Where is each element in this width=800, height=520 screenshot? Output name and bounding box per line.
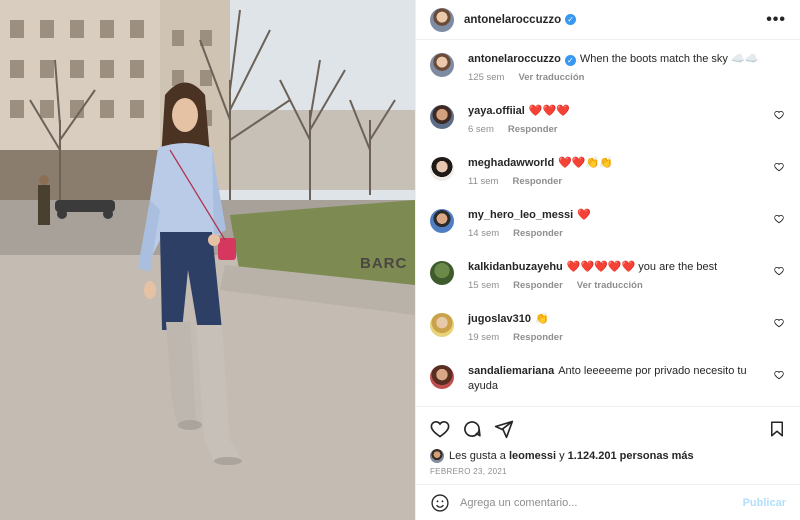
comment-text: ❤️❤️❤️❤️❤️ you are the best	[566, 261, 718, 273]
like-comment-heart-icon[interactable]	[774, 370, 784, 380]
commenter-avatar[interactable]	[430, 313, 454, 337]
caption-time: 125 sem	[468, 72, 505, 83]
caption-emoji: ☁️☁️	[730, 53, 759, 65]
post-photo-illustration: BARC	[0, 0, 415, 520]
comment-item: sandaliemariana Anto leeeeeme por privado…	[430, 364, 786, 394]
reply-button[interactable]: Responder	[508, 124, 558, 135]
comment-time: 19 sem	[468, 332, 500, 343]
comment-time: 15 sem	[468, 280, 500, 291]
like-comment-heart-icon[interactable]	[774, 214, 784, 224]
comment-text: ❤️❤️❤️	[528, 105, 570, 117]
commenter-avatar[interactable]	[430, 157, 454, 181]
verified-badge-icon: ✓	[564, 55, 576, 66]
likes-prefix: Les gusta a	[449, 450, 506, 462]
caption-avatar[interactable]	[430, 53, 454, 77]
author-avatar[interactable]	[430, 7, 454, 32]
like-heart-icon[interactable]	[430, 419, 450, 439]
likes-summary: Les gusta a leomessi y 1.124.201 persona…	[430, 449, 786, 463]
caption-text: When the boots match the sky	[579, 53, 728, 65]
post-photo[interactable]: BARC	[0, 0, 415, 520]
reply-button[interactable]: Responder	[513, 228, 563, 239]
comment-username[interactable]: jugoslav310	[468, 313, 531, 325]
publish-button[interactable]: Publicar	[743, 497, 786, 509]
like-comment-heart-icon[interactable]	[774, 318, 784, 328]
reply-button[interactable]: Responder	[513, 332, 563, 343]
comment-time: 11 sem	[468, 176, 499, 187]
commenter-avatar[interactable]	[430, 105, 454, 129]
caption-username[interactable]: antonelaroccuzzo	[468, 53, 561, 65]
more-options-icon[interactable]: •••	[766, 11, 786, 29]
like-comment-heart-icon[interactable]	[774, 110, 784, 120]
comment-time: 6 sem	[468, 124, 494, 135]
add-comment-bar: Publicar	[416, 484, 800, 520]
verified-badge-icon: ✓	[565, 14, 577, 25]
post-viewer: BARC antonelaroccuzzo ✓ ••• antonelarocc…	[0, 0, 800, 520]
like-comment-heart-icon[interactable]	[774, 162, 784, 172]
comment-item: yaya.offiial ❤️❤️❤️ 6 sem Responder	[430, 104, 786, 135]
comment-text: ❤️	[577, 209, 591, 221]
post-side-panel: antonelaroccuzzo ✓ ••• antonelaroccuzzo ✓…	[415, 0, 800, 520]
comment-username[interactable]: meghadawworld	[468, 157, 554, 169]
post-date: FEBRERO 23, 2021	[430, 467, 507, 476]
comment-username[interactable]: yaya.offiial	[468, 105, 525, 117]
comment-item: my_hero_leo_messi ❤️ 14 sem Responder	[430, 208, 786, 239]
commenter-avatar[interactable]	[430, 365, 454, 389]
comment-username[interactable]: my_hero_leo_messi	[468, 209, 573, 221]
caption-item: antonelaroccuzzo ✓ When the boots match th…	[430, 52, 786, 83]
photo-sign-text: BARC	[360, 255, 407, 272]
comment-input[interactable]	[460, 496, 743, 509]
author-username[interactable]: antonelaroccuzzo	[464, 14, 561, 26]
comment-item: meghadawworld ❤️❤️👏👏 11 sem Responder	[430, 156, 786, 187]
share-send-icon[interactable]	[494, 419, 514, 439]
caption-translate-link[interactable]: Ver traducción	[518, 72, 584, 83]
translate-link[interactable]: Ver traducción	[577, 280, 643, 291]
reply-button[interactable]: Responder	[513, 280, 563, 291]
comment-text: ❤️❤️👏👏	[558, 157, 613, 169]
comment-item: kalkidanbuzayehu ❤️❤️❤️❤️❤️ you are the b…	[430, 260, 786, 291]
likes-and: y	[559, 450, 565, 462]
commenter-avatar[interactable]	[430, 209, 454, 233]
like-comment-heart-icon[interactable]	[774, 266, 784, 276]
comment-bubble-icon[interactable]	[462, 419, 482, 439]
liker-username[interactable]: leomessi	[509, 450, 556, 462]
comment-username[interactable]: sandaliemariana	[468, 365, 554, 377]
comments-list: antonelaroccuzzo ✓ When the boots match th…	[416, 40, 800, 406]
comment-item: jugoslav310 👏 19 sem Responder	[430, 312, 786, 343]
liker-avatar[interactable]	[430, 449, 444, 463]
commenter-avatar[interactable]	[430, 261, 454, 285]
comment-text: 👏	[534, 313, 549, 325]
reply-button[interactable]: Responder	[512, 176, 562, 187]
comment-username[interactable]: kalkidanbuzayehu	[468, 261, 563, 273]
save-bookmark-icon[interactable]	[768, 419, 786, 439]
post-header: antonelaroccuzzo ✓ •••	[416, 0, 800, 40]
comment-time: 14 sem	[468, 228, 500, 239]
likes-count[interactable]: 1.124.201 personas más	[568, 450, 694, 462]
emoji-smiley-icon[interactable]	[430, 493, 450, 513]
